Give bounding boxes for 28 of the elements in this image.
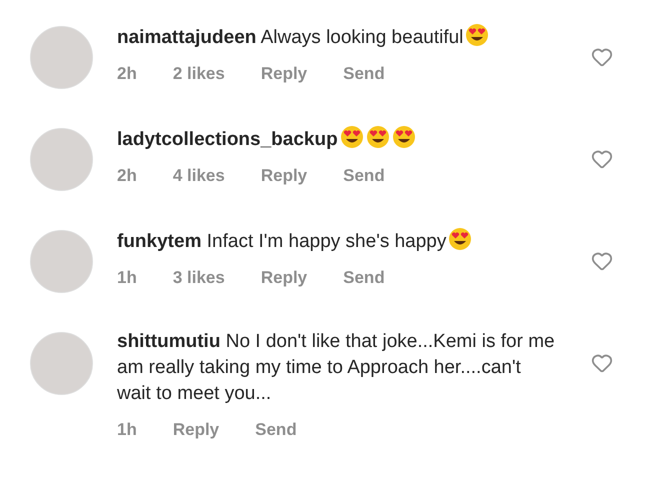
comment-text: shittumutiu No I don't like that joke...Kemi is for me am really taking my time to Approach her....can't wait to meet you... <box>117 330 556 406</box>
reply-link[interactable]: Reply <box>260 163 308 188</box>
send-link[interactable]: Send <box>343 163 385 188</box>
heart-eyes-emoji-icon <box>448 227 472 251</box>
heart-eyes-emoji-icon <box>366 125 390 149</box>
reply-link[interactable]: Reply <box>260 265 308 290</box>
reply-link[interactable]: Reply <box>260 61 308 86</box>
time-label: 2h <box>117 165 137 187</box>
comment-text: naimattajudeen Always looking beautiful <box>117 23 557 51</box>
heart-eyes-emoji-icon <box>392 125 416 149</box>
likes-link[interactable]: 4 likes <box>172 163 225 188</box>
time-label: 2h <box>117 63 137 85</box>
send-link[interactable]: Send <box>255 417 297 442</box>
send-link[interactable]: Send <box>343 265 385 290</box>
likes-link[interactable]: 3 likes <box>172 265 225 290</box>
like-heart-icon[interactable] <box>591 250 613 272</box>
like-heart-icon[interactable] <box>591 148 613 170</box>
likes-link[interactable]: 2 likes <box>172 61 225 86</box>
time-label: 1h <box>117 419 137 441</box>
like-heart-icon[interactable] <box>591 352 613 374</box>
comment-text: ladytcollections_backup <box>117 125 557 153</box>
time-label: 1h <box>117 267 137 289</box>
heart-eyes-emoji-icon <box>465 23 490 47</box>
send-link[interactable]: Send <box>343 61 385 86</box>
comment-text: funkytem Infact I'm happy she's happy <box>117 227 557 255</box>
reply-link[interactable]: Reply <box>172 417 220 442</box>
like-heart-icon[interactable] <box>591 46 613 68</box>
heart-eyes-emoji-icon <box>340 125 364 149</box>
